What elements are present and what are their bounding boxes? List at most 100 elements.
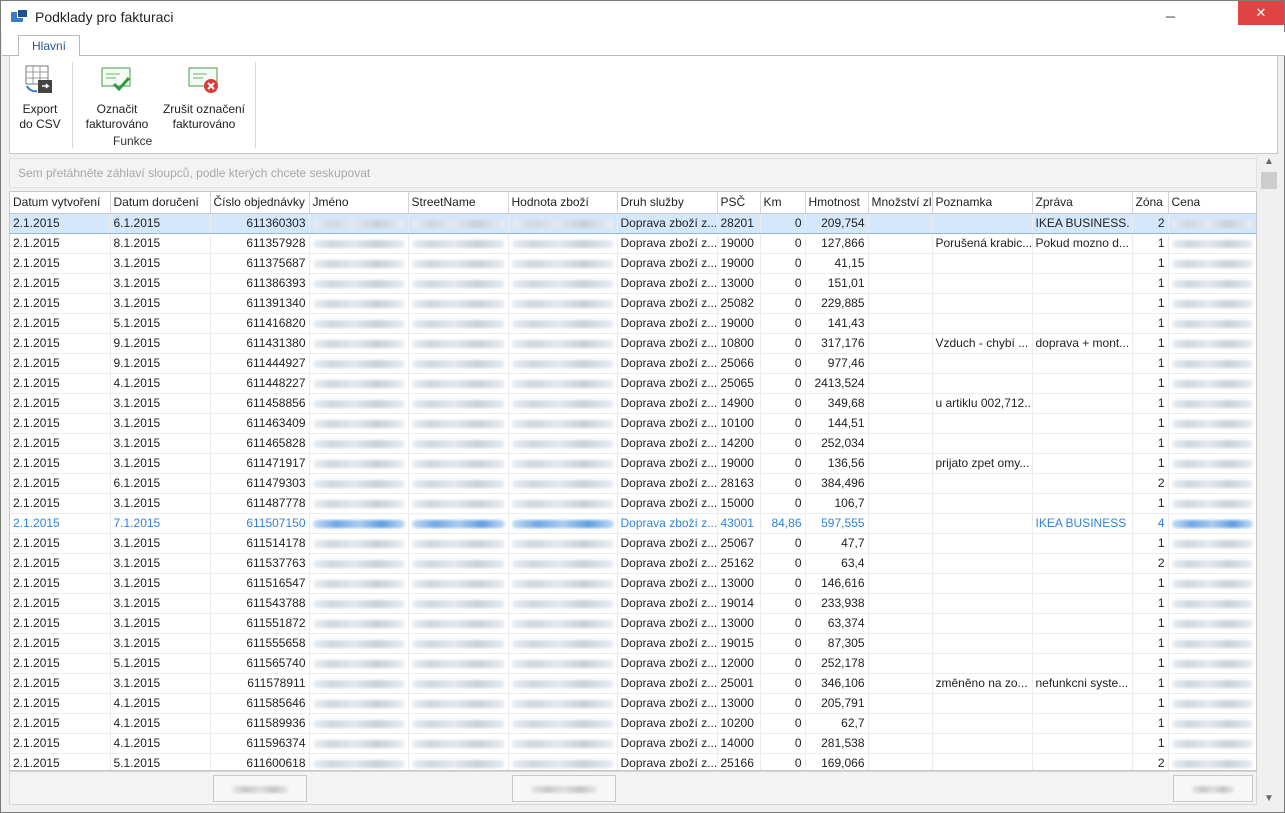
table-cell[interactable]: 611507150: [210, 513, 310, 534]
table-cell[interactable]: [868, 673, 933, 694]
table-cell[interactable]: [309, 293, 409, 314]
table-cell[interactable]: 14900: [717, 393, 761, 414]
table-cell[interactable]: 597,555: [805, 513, 869, 534]
table-cell[interactable]: 229,885: [805, 293, 869, 314]
table-cell[interactable]: [408, 212, 509, 234]
table-cell[interactable]: [932, 373, 1033, 394]
column-header[interactable]: Druh služby: [617, 192, 718, 214]
table-cell[interactable]: 3.1.2015: [110, 633, 211, 654]
table-cell[interactable]: [932, 433, 1033, 454]
table-cell[interactable]: [1032, 473, 1133, 494]
table-cell[interactable]: 611416820: [210, 313, 310, 334]
table-cell[interactable]: [868, 653, 933, 674]
table-cell[interactable]: 611444927: [210, 353, 310, 374]
table-cell[interactable]: [1168, 693, 1256, 714]
table-cell[interactable]: Doprava zboží z...: [617, 413, 718, 434]
table-cell[interactable]: 1: [1132, 713, 1169, 734]
table-cell[interactable]: Pokud mozno d...: [1032, 233, 1133, 254]
table-cell[interactable]: Doprava zboží z...: [617, 333, 718, 354]
table-cell[interactable]: 2.1.2015: [10, 313, 111, 334]
table-cell[interactable]: 3.1.2015: [110, 293, 211, 314]
table-cell[interactable]: 15000: [717, 493, 761, 514]
table-cell[interactable]: 977,46: [805, 353, 869, 374]
table-cell[interactable]: prijato zpet omy...: [932, 453, 1033, 474]
table-cell[interactable]: [309, 593, 409, 614]
table-cell[interactable]: 19000: [717, 253, 761, 274]
column-header[interactable]: Množství zl: [868, 192, 933, 214]
table-cell[interactable]: 5.1.2015: [110, 653, 211, 674]
table-cell[interactable]: 2.1.2015: [10, 553, 111, 574]
table-cell[interactable]: 0: [760, 753, 806, 770]
table-cell[interactable]: [868, 633, 933, 654]
table-cell[interactable]: 611578911: [210, 673, 310, 694]
table-cell[interactable]: 0: [760, 693, 806, 714]
table-cell[interactable]: [508, 653, 618, 674]
column-header[interactable]: Jméno: [309, 192, 409, 214]
table-row[interactable]: 2.1.2015 5.1.2015 611416820 Doprava zboží z…: [10, 313, 1256, 334]
table-cell[interactable]: 5.1.2015: [110, 753, 211, 770]
table-cell[interactable]: 87,305: [805, 633, 869, 654]
table-cell[interactable]: [932, 253, 1033, 274]
table-cell[interactable]: [868, 493, 933, 514]
table-cell[interactable]: [1168, 733, 1256, 754]
table-cell[interactable]: Doprava zboží z...: [617, 573, 718, 594]
table-cell[interactable]: 3.1.2015: [110, 533, 211, 554]
table-cell[interactable]: [932, 212, 1033, 234]
table-cell[interactable]: 1: [1132, 533, 1169, 554]
column-header[interactable]: Hmotnost: [805, 192, 869, 214]
table-row[interactable]: 2.1.2015 3.1.2015 611487778 Doprava zboží z…: [10, 493, 1256, 514]
table-cell[interactable]: 611516547: [210, 573, 310, 594]
table-cell[interactable]: [1032, 713, 1133, 734]
table-cell[interactable]: 7.1.2015: [110, 513, 211, 534]
table-cell[interactable]: 611596374: [210, 733, 310, 754]
table-cell[interactable]: [932, 293, 1033, 314]
table-cell[interactable]: 10100: [717, 413, 761, 434]
table-row[interactable]: 2.1.2015 3.1.2015 611514178 Doprava zboží z…: [10, 533, 1256, 554]
table-cell[interactable]: 1: [1132, 253, 1169, 274]
table-cell[interactable]: [932, 313, 1033, 334]
table-cell[interactable]: Doprava zboží z...: [617, 733, 718, 754]
table-cell[interactable]: [508, 413, 618, 434]
table-cell[interactable]: 2: [1132, 753, 1169, 770]
table-cell[interactable]: Doprava zboží z...: [617, 713, 718, 734]
table-cell[interactable]: [508, 713, 618, 734]
table-cell[interactable]: [508, 393, 618, 414]
table-cell[interactable]: [508, 353, 618, 374]
table-cell[interactable]: [309, 433, 409, 454]
table-row[interactable]: 2.1.2015 3.1.2015 611555658 Doprava zboží z…: [10, 633, 1256, 654]
table-cell[interactable]: 2.1.2015: [10, 573, 111, 594]
table-cell[interactable]: 2.1.2015: [10, 413, 111, 434]
table-cell[interactable]: [408, 373, 509, 394]
table-cell[interactable]: 2413,524: [805, 373, 869, 394]
table-cell[interactable]: [508, 553, 618, 574]
table-cell[interactable]: [1168, 253, 1256, 274]
table-cell[interactable]: [868, 433, 933, 454]
table-row[interactable]: 2.1.2015 3.1.2015 611386393 Doprava zboží z…: [10, 273, 1256, 294]
table-row[interactable]: 2.1.2015 4.1.2015 611448227 Doprava zboží z…: [10, 373, 1256, 394]
table-cell[interactable]: 25001: [717, 673, 761, 694]
table-cell[interactable]: [932, 573, 1033, 594]
table-cell[interactable]: 2.1.2015: [10, 593, 111, 614]
column-header[interactable]: Číslo objednávky: [210, 192, 310, 214]
table-cell[interactable]: [1168, 273, 1256, 294]
table-cell[interactable]: 611471917: [210, 453, 310, 474]
table-cell[interactable]: 2.1.2015: [10, 293, 111, 314]
table-cell[interactable]: 611391340: [210, 293, 310, 314]
table-cell[interactable]: [309, 393, 409, 414]
table-row[interactable]: 2.1.2015 4.1.2015 611585646 Doprava zboží z…: [10, 693, 1256, 714]
table-cell[interactable]: 2.1.2015: [10, 253, 111, 274]
table-cell[interactable]: IKEA BUSINESS.: [1032, 212, 1133, 234]
table-row[interactable]: 2.1.2015 3.1.2015 611537763 Doprava zboží z…: [10, 553, 1256, 574]
table-cell[interactable]: [408, 673, 509, 694]
table-cell[interactable]: [508, 513, 618, 534]
table-cell[interactable]: 13000: [717, 273, 761, 294]
tab-hlavni[interactable]: Hlavní: [18, 35, 81, 57]
table-cell[interactable]: 25082: [717, 293, 761, 314]
table-cell[interactable]: 2.1.2015: [10, 633, 111, 654]
table-cell[interactable]: [1032, 573, 1133, 594]
table-cell[interactable]: [868, 693, 933, 714]
table-cell[interactable]: 0: [760, 533, 806, 554]
table-cell[interactable]: 3.1.2015: [110, 413, 211, 434]
table-cell[interactable]: [508, 293, 618, 314]
table-cell[interactable]: 2.1.2015: [10, 333, 111, 354]
